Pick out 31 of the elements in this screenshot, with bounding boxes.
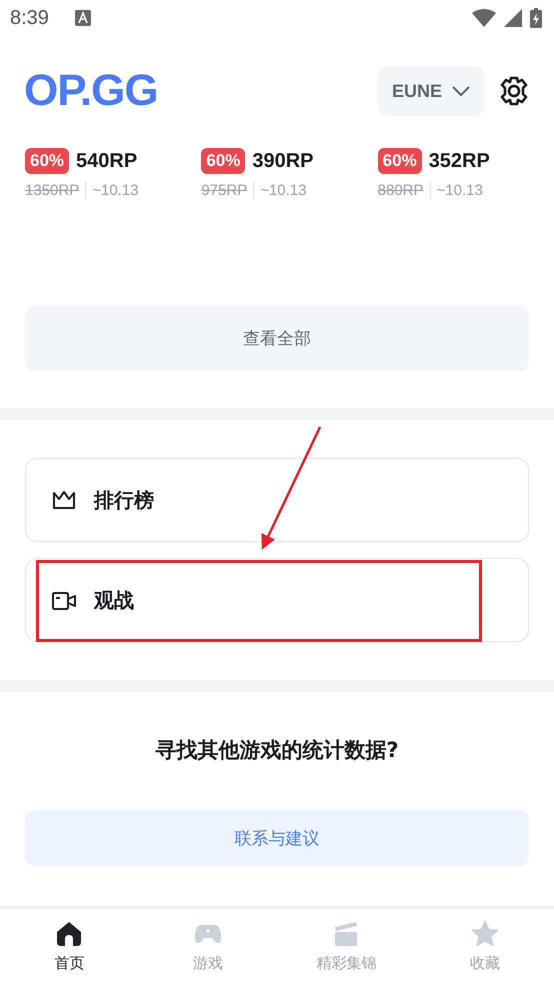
opgg-logo: OP.GG (24, 66, 158, 116)
sale-end-date: ~10.13 (436, 182, 483, 199)
sale-end-date: ~10.13 (92, 182, 139, 199)
menu-item[interactable]: 观战 (25, 558, 529, 642)
sale-price: 540RP (76, 150, 138, 172)
contact-button[interactable]: 联系与建议 (25, 810, 529, 866)
sale-price: 352RP (428, 150, 490, 172)
keyboard-notification-icon (74, 10, 91, 26)
sale-end-date: ~10.13 (260, 182, 306, 199)
chevron-down-icon (452, 86, 470, 96)
clock-time: 8:39 (10, 6, 49, 30)
sale-price: 390RP (252, 150, 314, 172)
section-heading: 寻找其他游戏的统计数据? (155, 737, 399, 764)
nav-tab[interactable]: 首页 (0, 909, 138, 984)
original-price: 975RP (201, 182, 254, 199)
wifi-icon (472, 9, 496, 27)
star-icon (470, 920, 499, 948)
home-icon (55, 920, 84, 948)
discount-badge: 60% (378, 148, 422, 174)
discount-badge: 60% (201, 148, 246, 174)
video-camera-icon (52, 590, 76, 610)
crown-icon (52, 490, 76, 510)
battery-icon (530, 8, 542, 28)
signal-icon (504, 9, 522, 27)
view-all-button[interactable]: 查看全部 (25, 305, 529, 371)
settings-icon[interactable] (498, 75, 530, 107)
original-price: 1350RP (25, 182, 86, 199)
region-dropdown[interactable]: EUNE (378, 66, 484, 116)
discount-badge: 60% (25, 148, 70, 174)
menu-item[interactable]: 排行榜 (25, 458, 529, 542)
original-price: 880RP (378, 182, 431, 199)
